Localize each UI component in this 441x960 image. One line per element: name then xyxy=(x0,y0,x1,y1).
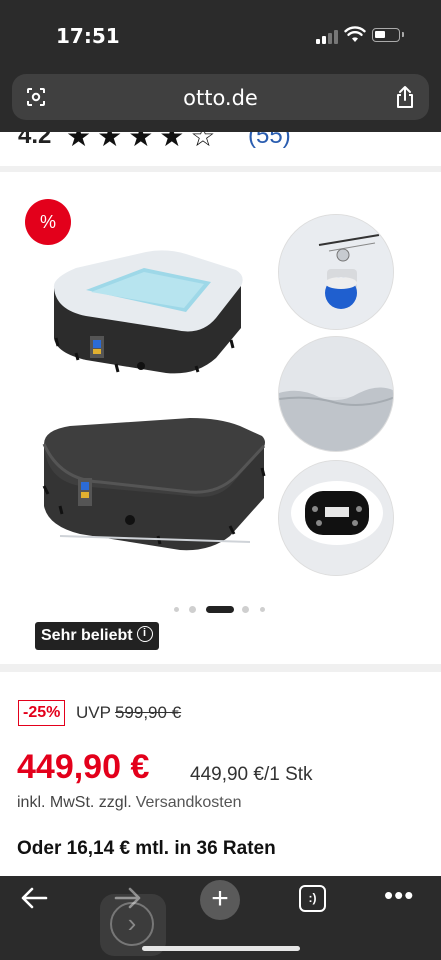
uvp-text: UVP 599,90 € xyxy=(76,703,181,723)
tabs-button[interactable]: :) xyxy=(299,885,326,912)
review-count-link[interactable]: (55) xyxy=(248,132,291,150)
tax-info: inkl. MwSt. zzgl. Versandkosten xyxy=(17,794,242,812)
address-bar[interactable]: otto.de xyxy=(12,74,429,120)
pagination-dot[interactable] xyxy=(242,606,249,613)
new-tab-button[interactable]: + xyxy=(200,880,240,920)
shipping-costs-link[interactable]: Versandkosten xyxy=(136,794,242,811)
filter-detail-image[interactable] xyxy=(278,214,394,330)
pagination-dot[interactable] xyxy=(174,607,179,612)
forward-arrow-icon[interactable] xyxy=(114,886,142,910)
pagination-dot[interactable] xyxy=(189,606,196,613)
rating-score: 4.2 xyxy=(18,132,52,149)
browser-chrome: otto.de xyxy=(0,74,441,132)
hot-tub-closed-image[interactable] xyxy=(40,416,268,556)
pagination-dot[interactable] xyxy=(260,607,265,612)
wifi-icon xyxy=(344,26,366,42)
more-menu-button[interactable]: ••• xyxy=(384,880,414,911)
url-text[interactable]: otto.de xyxy=(12,86,429,110)
rating-stars-icon: ★★★★☆ xyxy=(66,132,222,152)
cover-detail-image[interactable] xyxy=(278,336,394,452)
uvp-price: 599,90 € xyxy=(114,703,182,722)
product-gallery[interactable]: % Sehr beliebt i xyxy=(0,172,441,664)
unit-price: 449,90 €/1 Stk xyxy=(190,764,313,785)
discount-tag: -25% xyxy=(18,700,66,726)
info-icon[interactable]: i xyxy=(136,625,153,642)
status-time: 17:51 xyxy=(56,24,120,48)
tax-text: inkl. MwSt. zzgl. xyxy=(17,794,132,811)
rating-row[interactable]: 4.2 ★★★★☆ (55) xyxy=(0,132,441,166)
home-indicator[interactable] xyxy=(142,946,300,951)
share-icon[interactable] xyxy=(395,85,415,109)
discount-badge: % xyxy=(25,199,71,245)
cellular-signal-icon xyxy=(316,30,338,44)
back-arrow-icon[interactable] xyxy=(20,886,48,910)
installment-offer[interactable]: Oder 16,14 € mtl. in 36 Raten xyxy=(17,838,276,860)
control-panel-image[interactable] xyxy=(278,460,394,576)
current-price: 449,90 € xyxy=(17,748,150,786)
uvp-label: UVP xyxy=(76,703,111,722)
popular-badge-label: Sehr beliebt xyxy=(41,627,133,644)
pagination-dot-active[interactable] xyxy=(206,606,234,613)
divider xyxy=(0,664,441,672)
battery-icon xyxy=(372,28,404,42)
price-section: -25% UVP 599,90 € 449,90 € 449,90 €/1 Stk… xyxy=(0,672,441,876)
hot-tub-open-image[interactable] xyxy=(46,248,246,378)
status-bar: 17:51 xyxy=(0,0,441,74)
browser-toolbar: › + :) ••• xyxy=(0,876,441,960)
gallery-pagination[interactable] xyxy=(0,605,441,615)
popular-badge[interactable]: Sehr beliebt i xyxy=(35,622,159,650)
